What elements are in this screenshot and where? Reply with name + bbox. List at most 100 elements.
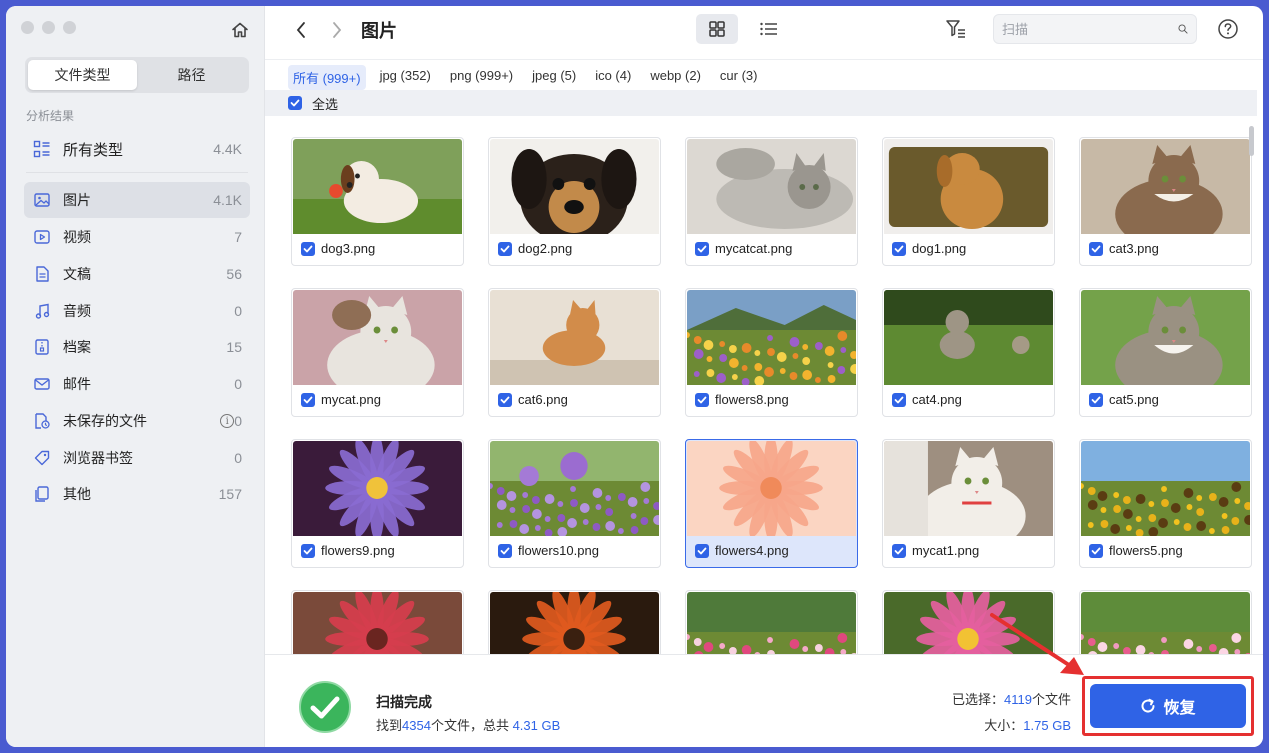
file-checkbox[interactable]: [892, 543, 906, 558]
minimize-window-button[interactable]: [42, 21, 55, 34]
app-window: 文件类型 路径 分析结果 所有类型 4.4K 图片 4.1K 视频 7 文稿 56 音频 0 档…: [6, 6, 1263, 747]
sidebar-item-count: 7: [234, 229, 242, 245]
file-card[interactable]: dog3.png: [291, 137, 464, 266]
sidebar-item-count: 0: [234, 376, 242, 392]
file-card[interactable]: flowers9.png: [291, 439, 464, 568]
sidebar-item-mail[interactable]: 邮件 0: [24, 366, 250, 402]
forward-button[interactable]: [325, 18, 349, 42]
file-card[interactable]: flowers5.png: [1079, 439, 1252, 568]
ext-tab[interactable]: cur (3): [715, 65, 763, 90]
file-card[interactable]: [882, 590, 1055, 654]
ext-tab[interactable]: 所有 (999+): [288, 65, 366, 90]
file-card[interactable]: cat4.png: [882, 288, 1055, 417]
help-icon[interactable]: [1217, 18, 1239, 40]
file-name: cat5.png: [1109, 392, 1159, 407]
file-checkbox[interactable]: [498, 241, 512, 256]
file-caption: dog1.png: [892, 241, 966, 256]
file-card[interactable]: flowers10.png: [488, 439, 661, 568]
back-button[interactable]: [289, 18, 313, 42]
file-name: mycatcat.png: [715, 241, 793, 256]
check-icon: [500, 396, 510, 403]
sidebar-item-all-types[interactable]: 所有类型 4.4K: [24, 131, 250, 167]
file-card[interactable]: mycat.png: [291, 288, 464, 417]
grid-view-button[interactable]: [696, 14, 738, 44]
file-caption: cat5.png: [1089, 392, 1159, 407]
file-checkbox[interactable]: [695, 543, 709, 558]
file-card[interactable]: dog2.png: [488, 137, 661, 266]
size-label: 大小：: [984, 718, 1024, 733]
file-checkbox[interactable]: [892, 241, 906, 256]
file-card[interactable]: [1079, 590, 1252, 654]
filter-icon[interactable]: [945, 18, 969, 42]
ext-tab[interactable]: png (999+): [445, 65, 518, 90]
scrollbar[interactable]: [1249, 126, 1254, 156]
sidebar-item-image[interactable]: 图片 4.1K: [24, 182, 250, 218]
file-card[interactable]: cat5.png: [1079, 288, 1252, 417]
file-card[interactable]: [685, 590, 858, 654]
selected-label: 已选择：: [952, 692, 1005, 707]
zoom-window-button[interactable]: [63, 21, 76, 34]
sidebar-item-count: 4.1K: [213, 192, 242, 208]
file-card[interactable]: dog1.png: [882, 137, 1055, 266]
all-types-icon: [32, 139, 52, 159]
recover-button[interactable]: 恢复: [1090, 684, 1246, 728]
file-caption: cat6.png: [498, 392, 568, 407]
file-name: cat3.png: [1109, 241, 1159, 256]
file-card[interactable]: mycat1.png: [882, 439, 1055, 568]
sidebar-item-archive[interactable]: 档案 15: [24, 329, 250, 365]
sidebar-item-video[interactable]: 视频 7: [24, 219, 250, 255]
file-checkbox[interactable]: [1089, 241, 1103, 256]
file-card[interactable]: flowers8.png: [685, 288, 858, 417]
close-window-button[interactable]: [21, 21, 34, 34]
sidebar-item-count: 157: [218, 486, 242, 502]
file-caption: flowers9.png: [301, 543, 395, 558]
file-checkbox[interactable]: [1089, 392, 1103, 407]
file-checkbox[interactable]: [301, 543, 315, 558]
mail-icon: [32, 374, 52, 394]
file-checkbox[interactable]: [498, 543, 512, 558]
file-card[interactable]: [291, 590, 464, 654]
search-input[interactable]: [1002, 21, 1178, 37]
check-icon: [500, 245, 510, 252]
search-icon[interactable]: [1178, 21, 1188, 37]
search-box: [993, 14, 1197, 44]
tab-file-type[interactable]: 文件类型: [28, 60, 137, 90]
file-card[interactable]: [488, 590, 661, 654]
file-thumbnail: [1081, 441, 1250, 536]
file-card[interactable]: cat3.png: [1079, 137, 1252, 266]
ext-tab[interactable]: ico (4): [590, 65, 636, 90]
ext-tab[interactable]: webp (2): [645, 65, 706, 90]
file-checkbox[interactable]: [695, 392, 709, 407]
sidebar-item-other[interactable]: 其他 157: [24, 476, 250, 512]
file-checkbox[interactable]: [301, 241, 315, 256]
check-icon: [697, 396, 707, 403]
sidebar-item-music[interactable]: 音频 0: [24, 293, 250, 329]
ext-tab[interactable]: jpg (352): [375, 65, 436, 90]
tab-path[interactable]: 路径: [137, 60, 246, 90]
ext-tab[interactable]: jpeg (5): [527, 65, 581, 90]
file-name: cat6.png: [518, 392, 568, 407]
file-card[interactable]: flowers4.png: [685, 439, 858, 568]
file-thumbnail: [1081, 592, 1250, 654]
file-thumbnail: [490, 441, 659, 536]
file-card[interactable]: mycatcat.png: [685, 137, 858, 266]
sidebar-item-label: 档案: [63, 339, 91, 355]
list-view-button[interactable]: [748, 14, 790, 44]
file-thumbnail: [884, 139, 1053, 234]
file-checkbox[interactable]: [301, 392, 315, 407]
window-controls: [21, 21, 76, 34]
file-name: mycat.png: [321, 392, 381, 407]
select-all-checkbox[interactable]: [288, 96, 302, 110]
file-checkbox[interactable]: [892, 392, 906, 407]
file-card[interactable]: cat6.png: [488, 288, 661, 417]
sidebar-item-unsaved-file[interactable]: 未保存的文件 i 0: [24, 403, 250, 439]
other-icon: [32, 484, 52, 504]
sidebar-item-bookmark[interactable]: 浏览器书签 0: [24, 440, 250, 476]
file-checkbox[interactable]: [498, 392, 512, 407]
sidebar-item-document[interactable]: 文稿 56: [24, 256, 250, 292]
file-checkbox[interactable]: [1089, 543, 1103, 558]
file-checkbox[interactable]: [695, 241, 709, 256]
check-icon: [697, 245, 707, 252]
home-icon[interactable]: [230, 20, 250, 40]
info-icon[interactable]: i: [220, 414, 235, 428]
